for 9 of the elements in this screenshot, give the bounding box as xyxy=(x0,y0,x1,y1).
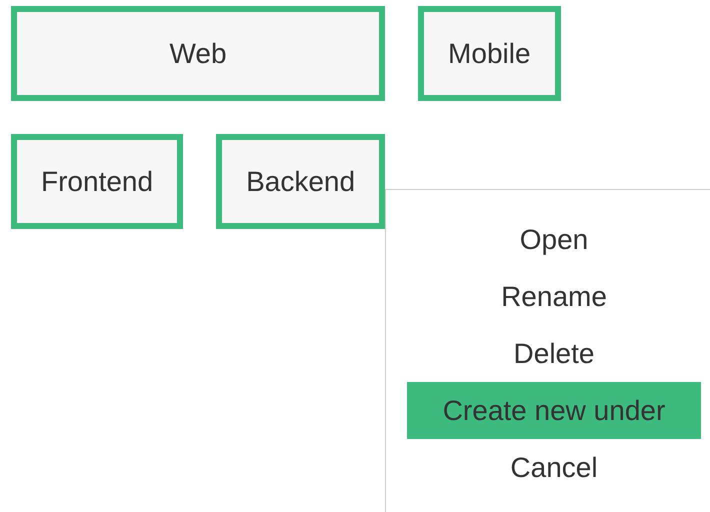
tree-node[interactable]: Backend xyxy=(216,134,386,229)
tree-node[interactable]: Web xyxy=(11,6,386,101)
menu-item[interactable]: Rename xyxy=(407,268,701,325)
tree-node[interactable]: Mobile xyxy=(418,6,561,101)
tree-node[interactable]: Frontend xyxy=(11,134,184,229)
menu-item[interactable]: Create new under xyxy=(407,382,701,439)
menu-item[interactable]: Cancel xyxy=(407,439,701,496)
menu-item[interactable]: Open xyxy=(407,211,701,268)
menu-item[interactable]: Delete xyxy=(407,325,701,382)
